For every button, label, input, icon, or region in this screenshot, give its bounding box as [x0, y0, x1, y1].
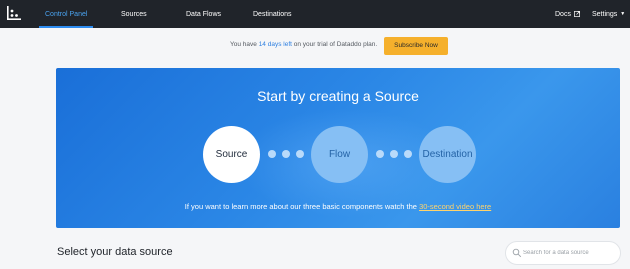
docs-label: Docs: [555, 11, 571, 18]
top-navigation-bar: Control Panel Sources Data Flows Destina…: [0, 0, 630, 28]
nav-control-panel[interactable]: Control Panel: [38, 0, 94, 28]
trial-suffix: on your trial of Dataddo plan.: [293, 41, 378, 48]
trial-prefix: You have: [230, 41, 257, 48]
trial-days-left: 14 days left: [258, 41, 292, 48]
nav-docs[interactable]: Docs: [555, 0, 580, 28]
dataddo-logo[interactable]: [6, 5, 22, 21]
connector-dot: [390, 150, 398, 158]
video-link[interactable]: 30-second video here: [419, 202, 491, 211]
data-source-search[interactable]: [505, 241, 621, 265]
step-destination-circle[interactable]: Destination: [419, 126, 476, 183]
hero-note-text: If you want to learn more about our thre…: [184, 202, 417, 211]
trial-message: You have 14 days left on your trial of D…: [230, 41, 377, 48]
nav-data-flows[interactable]: Data Flows: [186, 0, 221, 28]
connector-dot: [296, 150, 304, 158]
nav-destinations[interactable]: Destinations: [253, 0, 292, 28]
connector-dot: [404, 150, 412, 158]
step-flow-circle[interactable]: Flow: [311, 126, 368, 183]
chevron-down-icon: ▼: [620, 11, 626, 17]
connector-dot: [282, 150, 290, 158]
get-started-hero: Start by creating a Source Source Flow D…: [56, 68, 620, 228]
connector-dot: [376, 150, 384, 158]
subscribe-now-button[interactable]: Subscribe Now: [384, 37, 448, 55]
hero-title: Start by creating a Source: [257, 88, 419, 104]
hero-note: If you want to learn more about our thre…: [56, 202, 620, 211]
search-icon: [512, 248, 522, 258]
search-input[interactable]: [523, 245, 618, 261]
trial-banner: You have 14 days left on your trial of D…: [0, 37, 630, 55]
nav-settings[interactable]: Settings ▼: [592, 0, 625, 28]
step-source-circle[interactable]: Source: [203, 126, 260, 183]
nav-sources[interactable]: Sources: [121, 0, 147, 28]
connector-dot: [268, 150, 276, 158]
external-link-icon: [574, 11, 580, 17]
settings-label: Settings: [592, 11, 618, 18]
section-title: Select your data source: [57, 246, 173, 258]
